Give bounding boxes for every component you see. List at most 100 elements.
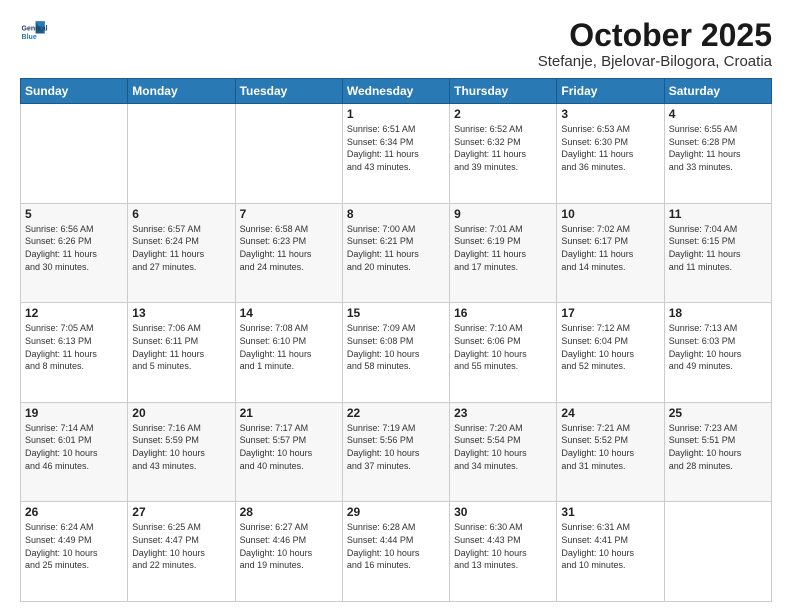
- table-row: 17 Sunrise: 7:12 AM Sunset: 6:04 PM Dayli…: [557, 303, 664, 403]
- day-number: 16: [454, 306, 552, 320]
- day-info: Sunrise: 6:27 AM Sunset: 4:46 PM Dayligh…: [240, 521, 338, 571]
- table-row: 5 Sunrise: 6:56 AM Sunset: 6:26 PM Daylig…: [21, 203, 128, 303]
- day-info: Sunrise: 7:00 AM Sunset: 6:21 PM Dayligh…: [347, 223, 445, 273]
- table-row: 8 Sunrise: 7:00 AM Sunset: 6:21 PM Daylig…: [342, 203, 449, 303]
- table-row: 12 Sunrise: 7:05 AM Sunset: 6:13 PM Dayli…: [21, 303, 128, 403]
- day-info: Sunrise: 6:30 AM Sunset: 4:43 PM Dayligh…: [454, 521, 552, 571]
- header: General Blue October 2025 Stefanje, Bjel…: [20, 18, 772, 70]
- calendar-header-row: Sunday Monday Tuesday Wednesday Thursday…: [21, 79, 772, 104]
- calendar-week-row: 26 Sunrise: 6:24 AM Sunset: 4:49 PM Dayli…: [21, 502, 772, 602]
- day-info: Sunrise: 6:52 AM Sunset: 6:32 PM Dayligh…: [454, 123, 552, 173]
- day-number: 8: [347, 207, 445, 221]
- day-number: 18: [669, 306, 767, 320]
- svg-text:Blue: Blue: [22, 34, 37, 41]
- table-row: 29 Sunrise: 6:28 AM Sunset: 4:44 PM Dayli…: [342, 502, 449, 602]
- day-number: 31: [561, 505, 659, 519]
- table-row: 15 Sunrise: 7:09 AM Sunset: 6:08 PM Dayli…: [342, 303, 449, 403]
- page-title: October 2025: [538, 18, 772, 53]
- col-tuesday: Tuesday: [235, 79, 342, 104]
- day-number: 11: [669, 207, 767, 221]
- table-row: [128, 104, 235, 204]
- day-info: Sunrise: 6:31 AM Sunset: 4:41 PM Dayligh…: [561, 521, 659, 571]
- logo: General Blue: [20, 18, 48, 46]
- table-row: 25 Sunrise: 7:23 AM Sunset: 5:51 PM Dayli…: [664, 402, 771, 502]
- day-info: Sunrise: 6:25 AM Sunset: 4:47 PM Dayligh…: [132, 521, 230, 571]
- table-row: 21 Sunrise: 7:17 AM Sunset: 5:57 PM Dayli…: [235, 402, 342, 502]
- table-row: 13Sunrise: 7:06 AM Sunset: 6:11 PM Dayli…: [128, 303, 235, 403]
- table-row: 22 Sunrise: 7:19 AM Sunset: 5:56 PM Dayli…: [342, 402, 449, 502]
- day-info: Sunrise: 7:05 AM Sunset: 6:13 PM Dayligh…: [25, 322, 123, 372]
- day-info: Sunrise: 7:12 AM Sunset: 6:04 PM Dayligh…: [561, 322, 659, 372]
- table-row: 1 Sunrise: 6:51 AM Sunset: 6:34 PM Daylig…: [342, 104, 449, 204]
- day-info: Sunrise: 7:19 AM Sunset: 5:56 PM Dayligh…: [347, 422, 445, 472]
- day-number: 15: [347, 306, 445, 320]
- table-row: 27 Sunrise: 6:25 AM Sunset: 4:47 PM Dayli…: [128, 502, 235, 602]
- day-number: 2: [454, 107, 552, 121]
- table-row: 23 Sunrise: 7:20 AM Sunset: 5:54 PM Dayli…: [450, 402, 557, 502]
- day-number: 28: [240, 505, 338, 519]
- page-subtitle: Stefanje, Bjelovar-Bilogora, Croatia: [538, 53, 772, 70]
- day-info: Sunrise: 6:57 AM Sunset: 6:24 PM Dayligh…: [132, 223, 230, 273]
- col-thursday: Thursday: [450, 79, 557, 104]
- day-number: 29: [347, 505, 445, 519]
- day-number: 12: [25, 306, 123, 320]
- day-number: 9: [454, 207, 552, 221]
- table-row: 11 Sunrise: 7:04 AM Sunset: 6:15 PM Dayli…: [664, 203, 771, 303]
- day-number: 24: [561, 406, 659, 420]
- table-row: 30 Sunrise: 6:30 AM Sunset: 4:43 PM Dayli…: [450, 502, 557, 602]
- day-info: Sunrise: 6:58 AM Sunset: 6:23 PM Dayligh…: [240, 223, 338, 273]
- day-number: 17: [561, 306, 659, 320]
- table-row: 6Sunrise: 6:57 AM Sunset: 6:24 PM Daylig…: [128, 203, 235, 303]
- day-number: 25: [669, 406, 767, 420]
- day-info: Sunrise: 7:17 AM Sunset: 5:57 PM Dayligh…: [240, 422, 338, 472]
- table-row: 10 Sunrise: 7:02 AM Sunset: 6:17 PM Dayli…: [557, 203, 664, 303]
- day-info: Sunrise: 7:02 AM Sunset: 6:17 PM Dayligh…: [561, 223, 659, 273]
- col-monday: Monday: [128, 79, 235, 104]
- day-number: 10: [561, 207, 659, 221]
- table-row: 9Sunrise: 7:01 AM Sunset: 6:19 PM Daylig…: [450, 203, 557, 303]
- page: General Blue October 2025 Stefanje, Bjel…: [0, 0, 792, 612]
- table-row: 28 Sunrise: 6:27 AM Sunset: 4:46 PM Dayli…: [235, 502, 342, 602]
- table-row: 3 Sunrise: 6:53 AM Sunset: 6:30 PM Daylig…: [557, 104, 664, 204]
- day-number: 4: [669, 107, 767, 121]
- day-info: Sunrise: 7:13 AM Sunset: 6:03 PM Dayligh…: [669, 322, 767, 372]
- day-info: Sunrise: 6:55 AM Sunset: 6:28 PM Dayligh…: [669, 123, 767, 173]
- day-number: 22: [347, 406, 445, 420]
- day-number: 1: [347, 107, 445, 121]
- day-info: Sunrise: 6:24 AM Sunset: 4:49 PM Dayligh…: [25, 521, 123, 571]
- table-row: 4 Sunrise: 6:55 AM Sunset: 6:28 PM Daylig…: [664, 104, 771, 204]
- day-number: 7: [240, 207, 338, 221]
- day-number: 20: [132, 406, 230, 420]
- day-info: Sunrise: 6:53 AM Sunset: 6:30 PM Dayligh…: [561, 123, 659, 173]
- day-info: Sunrise: 7:21 AM Sunset: 5:52 PM Dayligh…: [561, 422, 659, 472]
- day-number: 26: [25, 505, 123, 519]
- day-number: 27: [132, 505, 230, 519]
- table-row: 14Sunrise: 7:08 AM Sunset: 6:10 PM Dayli…: [235, 303, 342, 403]
- day-info: Sunrise: 7:09 AM Sunset: 6:08 PM Dayligh…: [347, 322, 445, 372]
- day-info: Sunrise: 7:23 AM Sunset: 5:51 PM Dayligh…: [669, 422, 767, 472]
- table-row: 7 Sunrise: 6:58 AM Sunset: 6:23 PM Daylig…: [235, 203, 342, 303]
- title-block: October 2025 Stefanje, Bjelovar-Bilogora…: [538, 18, 772, 70]
- day-info: Sunrise: 6:28 AM Sunset: 4:44 PM Dayligh…: [347, 521, 445, 571]
- day-number: 5: [25, 207, 123, 221]
- day-number: 30: [454, 505, 552, 519]
- table-row: [664, 502, 771, 602]
- col-sunday: Sunday: [21, 79, 128, 104]
- calendar-week-row: 5 Sunrise: 6:56 AM Sunset: 6:26 PM Daylig…: [21, 203, 772, 303]
- table-row: [235, 104, 342, 204]
- calendar-week-row: 12 Sunrise: 7:05 AM Sunset: 6:13 PM Dayli…: [21, 303, 772, 403]
- day-info: Sunrise: 7:04 AM Sunset: 6:15 PM Dayligh…: [669, 223, 767, 273]
- day-info: Sunrise: 6:56 AM Sunset: 6:26 PM Dayligh…: [25, 223, 123, 273]
- day-info: Sunrise: 6:51 AM Sunset: 6:34 PM Dayligh…: [347, 123, 445, 173]
- day-number: 23: [454, 406, 552, 420]
- day-info: Sunrise: 7:14 AM Sunset: 6:01 PM Dayligh…: [25, 422, 123, 472]
- day-info: Sunrise: 7:20 AM Sunset: 5:54 PM Dayligh…: [454, 422, 552, 472]
- day-number: 3: [561, 107, 659, 121]
- table-row: 20Sunrise: 7:16 AM Sunset: 5:59 PM Dayli…: [128, 402, 235, 502]
- col-wednesday: Wednesday: [342, 79, 449, 104]
- calendar-week-row: 19Sunrise: 7:14 AM Sunset: 6:01 PM Dayli…: [21, 402, 772, 502]
- table-row: 2 Sunrise: 6:52 AM Sunset: 6:32 PM Daylig…: [450, 104, 557, 204]
- day-number: 14: [240, 306, 338, 320]
- day-number: 21: [240, 406, 338, 420]
- day-info: Sunrise: 7:06 AM Sunset: 6:11 PM Dayligh…: [132, 322, 230, 372]
